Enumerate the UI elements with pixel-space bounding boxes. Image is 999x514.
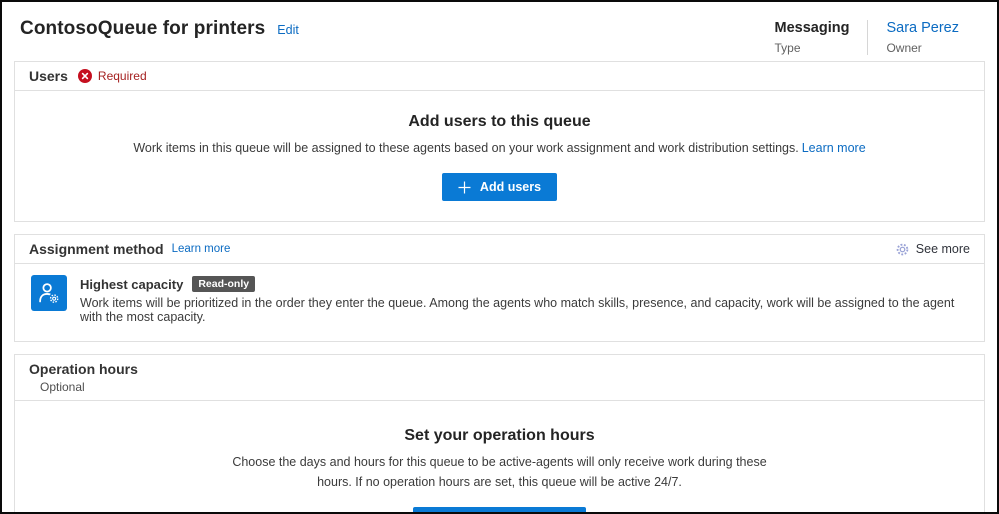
assignment-method-row: Highest capacity Read-only Work items wi… xyxy=(15,264,984,341)
method-name-row: Highest capacity Read-only xyxy=(80,276,970,293)
meta-type: Messaging Type xyxy=(757,20,868,55)
optional-label: Optional xyxy=(40,380,85,395)
users-section-header: Users Required xyxy=(15,62,984,91)
method-name: Highest capacity xyxy=(80,276,184,292)
edit-link[interactable]: Edit xyxy=(277,23,299,37)
gear-icon xyxy=(895,242,910,257)
queue-meta: Messaging Type Sara Perez Owner xyxy=(757,20,977,55)
operation-hours-description: Choose the days and hours for this queue… xyxy=(232,455,767,489)
assignment-learn-more-link[interactable]: Learn more xyxy=(172,243,231,255)
owner-link[interactable]: Sara Perez xyxy=(886,20,959,36)
user-settings-icon xyxy=(31,275,67,312)
readonly-badge: Read-only xyxy=(192,276,256,293)
title-group: ContosoQueue for printers Edit xyxy=(20,18,299,40)
users-section-title: Users xyxy=(29,68,68,84)
error-icon xyxy=(77,69,92,83)
assignment-method-title: Assignment method xyxy=(29,241,164,258)
type-label: Type xyxy=(774,41,801,55)
add-users-button-label: Add users xyxy=(479,180,542,195)
assignment-method-info: Highest capacity Read-only Work items wi… xyxy=(80,275,970,324)
users-learn-more-link[interactable]: Learn more xyxy=(802,141,866,155)
users-section: Users Required Add users to this queue W… xyxy=(14,61,985,223)
assignment-method-section: Assignment method Learn more See more Hi… xyxy=(14,234,985,343)
set-operation-hours-button[interactable]: Set operation hours xyxy=(413,507,586,512)
see-more-label: See more xyxy=(915,242,970,257)
see-more-button[interactable]: See more xyxy=(895,242,970,257)
users-empty-state: Add users to this queue Work items in th… xyxy=(15,91,984,221)
method-description: Work items will be prioritized in the or… xyxy=(80,296,955,325)
type-value: Messaging xyxy=(774,20,850,36)
add-users-button[interactable]: Add users xyxy=(441,173,558,202)
page-header: ContosoQueue for printers Edit Messaging… xyxy=(2,2,997,61)
owner-label: Owner xyxy=(886,41,922,55)
users-empty-heading: Add users to this queue xyxy=(408,113,591,130)
operation-hours-empty-heading: Set your operation hours xyxy=(404,427,595,445)
meta-owner: Sara Perez Owner xyxy=(867,20,977,55)
operation-hours-header: Operation hours Optional xyxy=(15,355,984,402)
required-badge: Required xyxy=(97,69,147,83)
operation-hours-section: Operation hours Optional Set your operat… xyxy=(14,354,985,512)
operation-hours-title: Operation hours xyxy=(29,361,138,378)
users-empty-description-text: Work items in this queue will be assigne… xyxy=(133,141,799,155)
page-title: ContosoQueue for printers xyxy=(20,18,266,39)
users-empty-description: Work items in this queue will be assigne… xyxy=(35,139,964,158)
queue-settings-page: ContosoQueue for printers Edit Messaging… xyxy=(0,0,999,514)
assignment-method-header: Assignment method Learn more See more xyxy=(15,235,984,265)
plus-icon xyxy=(458,181,471,194)
operation-hours-empty-state: Set your operation hours Choose the days… xyxy=(15,401,984,512)
